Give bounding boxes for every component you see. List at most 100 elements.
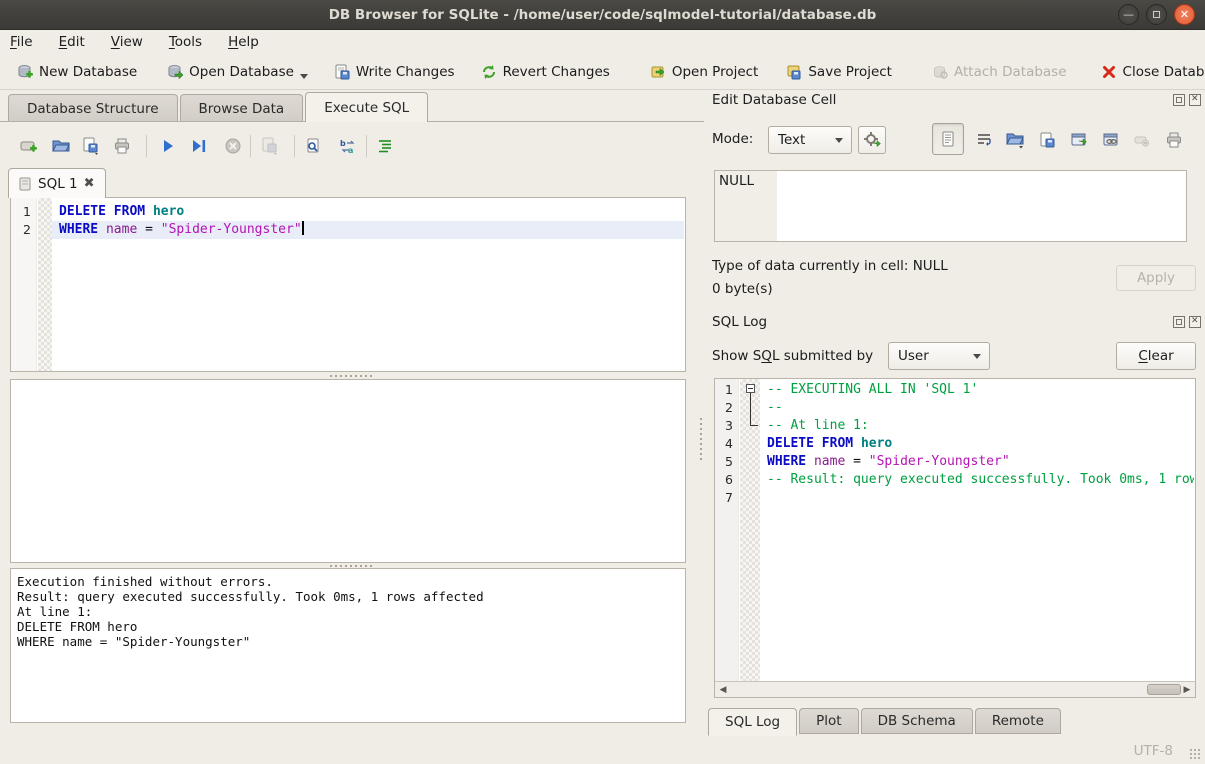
cell-value-editor[interactable]: NULL (714, 170, 1187, 242)
sql-log-filter-combobox[interactable]: User (888, 342, 990, 370)
line-number: 5 (713, 453, 733, 471)
project-open-icon (650, 64, 666, 80)
apply-mode-button[interactable] (858, 126, 886, 154)
tab-browse-data[interactable]: Browse Data (180, 94, 304, 122)
text-cursor (302, 221, 304, 235)
line-number: 7 (713, 489, 733, 507)
database-open-icon (167, 64, 183, 80)
log-line (760, 489, 1194, 507)
editor-line-number-gutter: 1 2 (11, 198, 37, 371)
open-sql-file-icon (52, 138, 70, 154)
tab-plot[interactable]: Plot (799, 708, 858, 734)
text-mode-button[interactable] (932, 123, 964, 155)
resize-grip[interactable] (1189, 748, 1201, 760)
sql-file-icon (19, 177, 32, 191)
menu-tools[interactable]: Tools (169, 34, 202, 50)
close-panel-icon[interactable] (1189, 94, 1201, 106)
open-external-button[interactable] (1066, 126, 1094, 154)
clear-log-button[interactable]: Clear (1116, 342, 1196, 370)
project-save-icon (786, 64, 802, 80)
sql-log-view[interactable]: 1 2 3 4 5 6 7 -- EXECUTING ALL IN 'SQL 1… (714, 378, 1196, 698)
dock-splitter-handle[interactable] (698, 418, 703, 462)
execute-line-button[interactable] (186, 133, 212, 159)
execution-message-pane[interactable]: Execution finished without errors. Resul… (10, 568, 686, 723)
copy-link-button[interactable] (1098, 126, 1126, 154)
import-file-icon (1006, 131, 1026, 149)
save-project-button[interactable]: Save Project (778, 60, 900, 84)
menu-help[interactable]: Help (228, 34, 259, 50)
editor-fold-margin (38, 198, 52, 371)
float-panel-icon[interactable] (1173, 94, 1185, 106)
sql-toolbar-separator (250, 135, 251, 157)
menu-view[interactable]: View (111, 34, 143, 50)
revert-changes-button[interactable]: Revert Changes (473, 60, 618, 84)
import-cell-button[interactable] (1002, 126, 1030, 154)
close-database-button[interactable]: Close Database (1093, 60, 1205, 84)
find-replace-icon: ba (339, 138, 357, 154)
main-area: Database Structure Browse Data Execute S… (0, 90, 704, 737)
menu-file[interactable]: File (10, 34, 33, 50)
find-replace-button[interactable]: ba (335, 133, 361, 159)
write-changes-button[interactable]: Write Changes (326, 60, 463, 84)
line-number: 1 (11, 203, 31, 221)
tab-remote[interactable]: Remote (975, 708, 1061, 734)
tab-db-schema[interactable]: DB Schema (861, 708, 973, 734)
main-tab-bar: Database Structure Browse Data Execute S… (8, 92, 430, 122)
open-project-button[interactable]: Open Project (642, 60, 767, 84)
scroll-right-arrow[interactable]: ▶ (1181, 684, 1193, 696)
word-wrap-icon (976, 132, 992, 148)
attach-database-button: Attach Database (924, 60, 1075, 84)
menu-edit[interactable]: Edit (59, 34, 85, 50)
tab-sql-log[interactable]: SQL Log (708, 708, 797, 736)
apply-button: Apply (1116, 265, 1196, 291)
format-sql-button[interactable] (372, 133, 398, 159)
log-fold-margin (740, 379, 760, 697)
minimize-button[interactable]: — (1118, 4, 1139, 25)
edit-cell-title: Edit Database Cell (712, 92, 836, 108)
new-database-button[interactable]: New Database (9, 60, 145, 84)
fold-connector (750, 425, 758, 426)
find-button[interactable] (300, 133, 326, 159)
word-wrap-button[interactable] (970, 126, 998, 154)
close-sql-tab-icon[interactable]: ✖ (84, 176, 95, 191)
window-title: DB Browser for SQLite - /home/user/code/… (329, 7, 877, 23)
print-sql-button[interactable] (109, 133, 135, 159)
maximize-button[interactable] (1146, 4, 1167, 25)
results-grid-pane[interactable] (10, 379, 686, 563)
database-new-icon (17, 64, 33, 80)
sql-editor[interactable]: 1 2 DELETE FROM hero WHERE name = "Spide… (10, 197, 686, 372)
database-attach-icon (932, 64, 948, 80)
format-sql-icon (377, 138, 393, 154)
scroll-left-arrow[interactable]: ◀ (717, 684, 729, 696)
log-horizontal-scrollbar[interactable]: ◀ ▶ (715, 681, 1195, 697)
log-line: DELETE FROM hero (760, 435, 1194, 453)
scrollbar-thumb[interactable] (1147, 684, 1181, 695)
line-number: 3 (713, 417, 733, 435)
open-sql-file-button[interactable] (48, 133, 74, 159)
fold-connector (750, 393, 751, 426)
open-database-dropdown-caret[interactable] (300, 74, 308, 79)
float-panel-icon[interactable] (1173, 316, 1185, 328)
find-icon (305, 138, 321, 154)
export-cell-button[interactable] (1034, 126, 1062, 154)
execute-all-button[interactable] (155, 133, 181, 159)
editor-code-line-current[interactable]: WHERE name = "Spider-Youngster" (52, 221, 684, 239)
tab-execute-sql[interactable]: Execute SQL (305, 92, 428, 122)
save-sql-file-button[interactable] (79, 133, 105, 159)
title-bar[interactable]: DB Browser for SQLite - /home/user/code/… (0, 0, 1205, 30)
splitter-handle[interactable] (330, 373, 374, 378)
mode-combobox[interactable]: Text (768, 126, 852, 154)
print-cell-button[interactable] (1160, 126, 1188, 154)
editor-code-line[interactable]: DELETE FROM hero (52, 203, 684, 221)
sql-tab[interactable]: SQL 1 ✖ (8, 168, 106, 198)
mode-value: Text (778, 132, 805, 148)
fold-collapse-icon[interactable] (746, 384, 755, 393)
close-panel-icon[interactable] (1189, 316, 1201, 328)
status-bar: UTF-8 (0, 737, 1205, 764)
tab-database-structure[interactable]: Database Structure (8, 94, 178, 122)
encoding-indicator: UTF-8 (1134, 743, 1173, 759)
new-tab-button[interactable] (16, 133, 42, 159)
show-sql-label: Show SQL submitted by (712, 348, 873, 364)
close-button[interactable]: ✕ (1174, 4, 1195, 25)
open-database-button[interactable]: Open Database (159, 60, 302, 84)
